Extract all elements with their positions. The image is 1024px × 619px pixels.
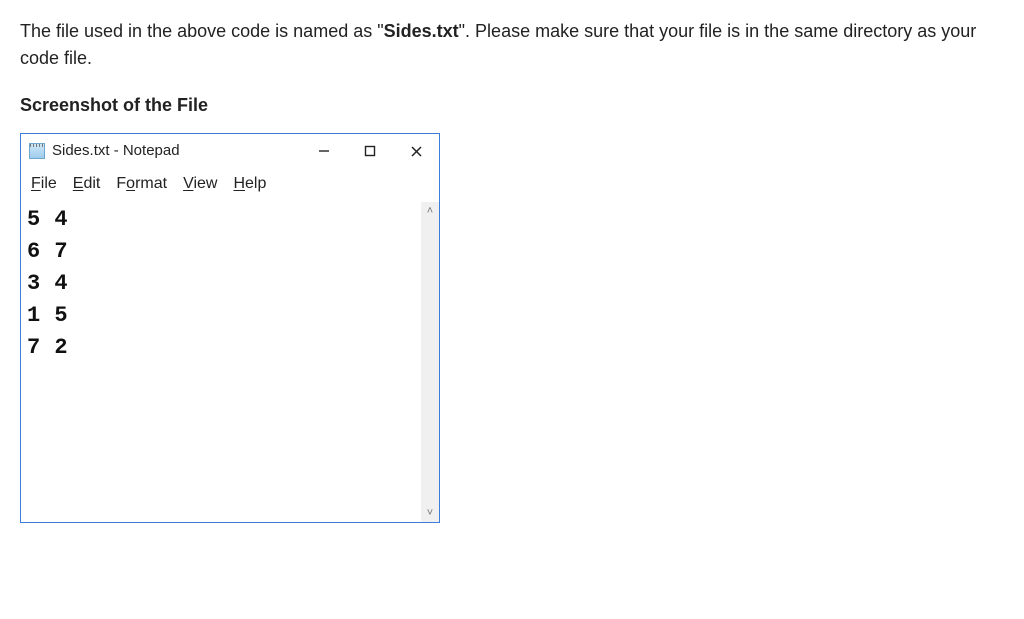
menu-file[interactable]: File: [31, 172, 57, 196]
window-controls: [301, 134, 439, 168]
minimize-button[interactable]: [301, 134, 347, 168]
menu-view[interactable]: View: [183, 172, 217, 196]
maximize-button[interactable]: [347, 134, 393, 168]
intro-before: The file used in the above code is named…: [20, 21, 384, 41]
scroll-down-icon[interactable]: ˅: [421, 504, 439, 522]
menubar: File Edit Format View Help: [21, 168, 439, 202]
menu-edit[interactable]: Edit: [73, 172, 101, 196]
window-title: Sides.txt - Notepad: [52, 140, 180, 163]
scrollbar[interactable]: ˄ ˅: [421, 202, 439, 522]
close-button[interactable]: [393, 134, 439, 168]
client-area: 5 4 6 7 3 4 1 5 7 2 ˄ ˅: [21, 202, 439, 522]
notepad-window: Sides.txt - Notepad File Edit Format Vie…: [20, 133, 440, 523]
titlebar: Sides.txt - Notepad: [21, 134, 439, 168]
notepad-icon: [29, 143, 45, 159]
intro-filename: Sides.txt: [384, 21, 459, 41]
section-heading: Screenshot of the File: [20, 92, 1004, 119]
menu-help[interactable]: Help: [233, 172, 266, 196]
intro-paragraph: The file used in the above code is named…: [20, 18, 1000, 72]
scroll-up-icon[interactable]: ˄: [421, 202, 439, 220]
text-content[interactable]: 5 4 6 7 3 4 1 5 7 2: [21, 202, 421, 522]
menu-format[interactable]: Format: [116, 172, 167, 196]
